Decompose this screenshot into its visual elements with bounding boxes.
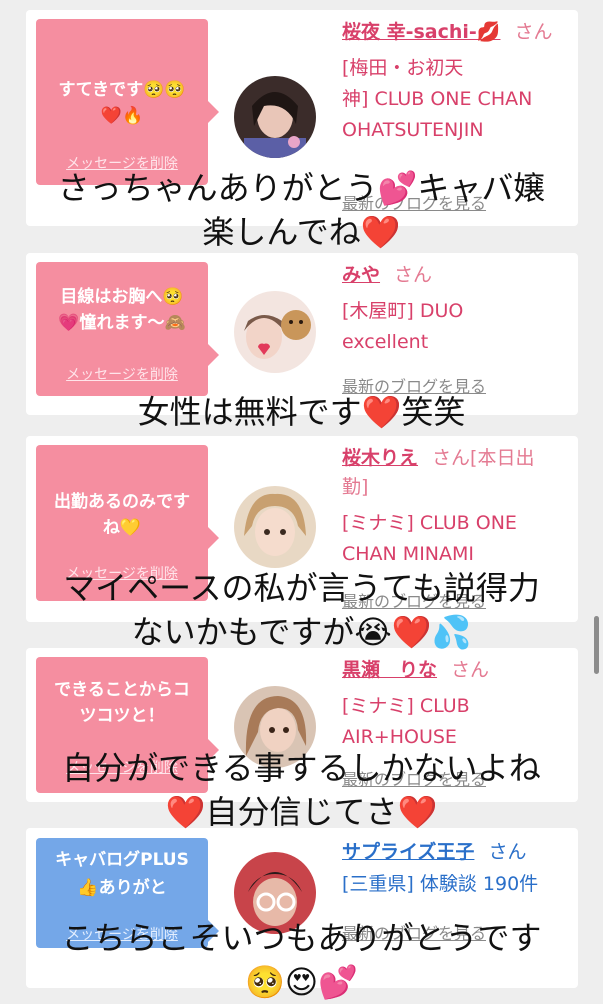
message-text: すてきです🥺🥺 ❤️🔥 [58, 80, 186, 126]
cast-name-link[interactable]: 黒瀬 りな [342, 659, 437, 681]
cast-info: 黒瀬 りな さん [ミナミ] CLUB AIR+HOUSE [342, 656, 570, 753]
cast-name-link[interactable]: サプライズ王子 [342, 841, 474, 863]
avatar[interactable] [234, 486, 316, 568]
message-text: 出勤あるのみです ね💛 [54, 492, 190, 538]
delete-message-link[interactable]: メッセージを削除 [36, 364, 208, 384]
overlay-caption: こちらこそいつもありがとうです 🥺😍💕 [61, 919, 542, 1001]
cast-name-row: 桜夜 幸-sachi-💋 さん [342, 21, 553, 43]
message-bubble: すてきです🥺🥺 ❤️🔥 メッセージを削除 [36, 19, 219, 185]
cast-name-link[interactable]: みや [342, 264, 380, 286]
cast-name-row: みや さん [342, 264, 433, 286]
message-text: キャバログPLUS 👍ありがと [55, 850, 189, 898]
cast-name-row: 黒瀬 りな さん [342, 659, 490, 681]
shop-name[interactable]: [梅田・お初天 神] CLUB ONE CHAN OHATSUTENJIN [342, 53, 570, 146]
cast-name-row: 桜木りえ さん[本日出 勤] [342, 447, 535, 498]
avatar[interactable] [234, 76, 316, 158]
scrollbar[interactable] [594, 616, 599, 674]
shop-name[interactable]: [木屋町] DUO excellent [342, 296, 570, 358]
cast-name-link[interactable]: 桜木りえ [342, 447, 418, 469]
message-text: できることからコ ツコツと！ [54, 680, 190, 726]
shop-name[interactable]: [三重県] 体験談 190件 [342, 869, 570, 900]
avatar[interactable] [234, 291, 316, 373]
cast-info: サプライズ王子 さん [三重県] 体験談 190件 [342, 838, 570, 900]
message-text: 目線はお胸へ🥺 💗憧れます～🙈 [58, 287, 186, 333]
cast-info: 桜夜 幸-sachi-💋 さん [梅田・お初天 神] CLUB ONE CHAN … [342, 18, 570, 146]
overlay-caption: 女性は無料です❤️笑笑 [137, 393, 466, 431]
overlay-caption: 自分ができる事するしかないよね ❤️自分信じてさ❤️ [62, 749, 541, 831]
overlay-caption: マイペースの私が言うても説得力 ないかもですが😭❤️💦 [63, 569, 540, 651]
overlay-caption: さっちゃんありがとう💕キャバ嬢 楽しんでね❤️ [57, 169, 546, 251]
shop-name[interactable]: [ミナミ] CLUB AIR+HOUSE [342, 691, 570, 753]
cast-info: 桜木りえ さん[本日出 勤] [ミナミ] CLUB ONE CHAN MINAMI [342, 444, 570, 570]
cast-info: みや さん [木屋町] DUO excellent [342, 261, 570, 358]
message-bubble: 目線はお胸へ🥺 💗憧れます～🙈 メッセージを削除 [36, 262, 219, 396]
cast-name-link[interactable]: 桜夜 幸-sachi-💋 [342, 21, 500, 43]
shop-name[interactable]: [ミナミ] CLUB ONE CHAN MINAMI [342, 508, 570, 570]
cast-name-row: サプライズ王子 さん [342, 841, 527, 863]
